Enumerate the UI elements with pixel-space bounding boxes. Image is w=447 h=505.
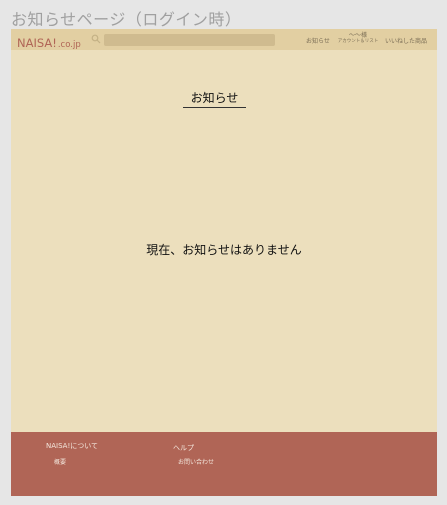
site-frame: NAISA!.co.jp お知らせ 〜〜様 アカウント＆リスト いいねした商品 … (11, 29, 437, 496)
footer-link-contact[interactable]: お問い合わせ (178, 457, 214, 466)
user-name: 〜〜様 (348, 32, 367, 39)
site-logo[interactable]: NAISA!.co.jp (17, 32, 81, 51)
site-footer: NAISA!について 概要 ヘルプ お問い合わせ (11, 432, 437, 496)
site-header: NAISA!.co.jp お知らせ 〜〜様 アカウント＆リスト いいねした商品 (11, 29, 437, 50)
empty-state-message: 現在、お知らせはありません (146, 243, 302, 257)
account-list-label: アカウント＆リスト (337, 39, 379, 44)
page-title: お知らせ (183, 89, 246, 108)
footer-heading-help: ヘルプ (173, 444, 194, 452)
page-label: お知らせページ（ログイン時） (11, 10, 242, 29)
logo-main: NAISA! (17, 36, 57, 50)
footer-link-overview[interactable]: 概要 (54, 457, 66, 466)
footer-heading-about: NAISA!について (46, 442, 99, 450)
nav-account-menu[interactable]: 〜〜様 アカウント＆リスト (335, 32, 381, 45)
logo-domain: .co.jp (57, 40, 81, 50)
nav-liked-items-link[interactable]: いいねした商品 (385, 36, 427, 45)
search-input[interactable] (104, 34, 275, 46)
search-icon[interactable] (91, 34, 101, 44)
nav-news-link[interactable]: お知らせ (306, 36, 330, 45)
